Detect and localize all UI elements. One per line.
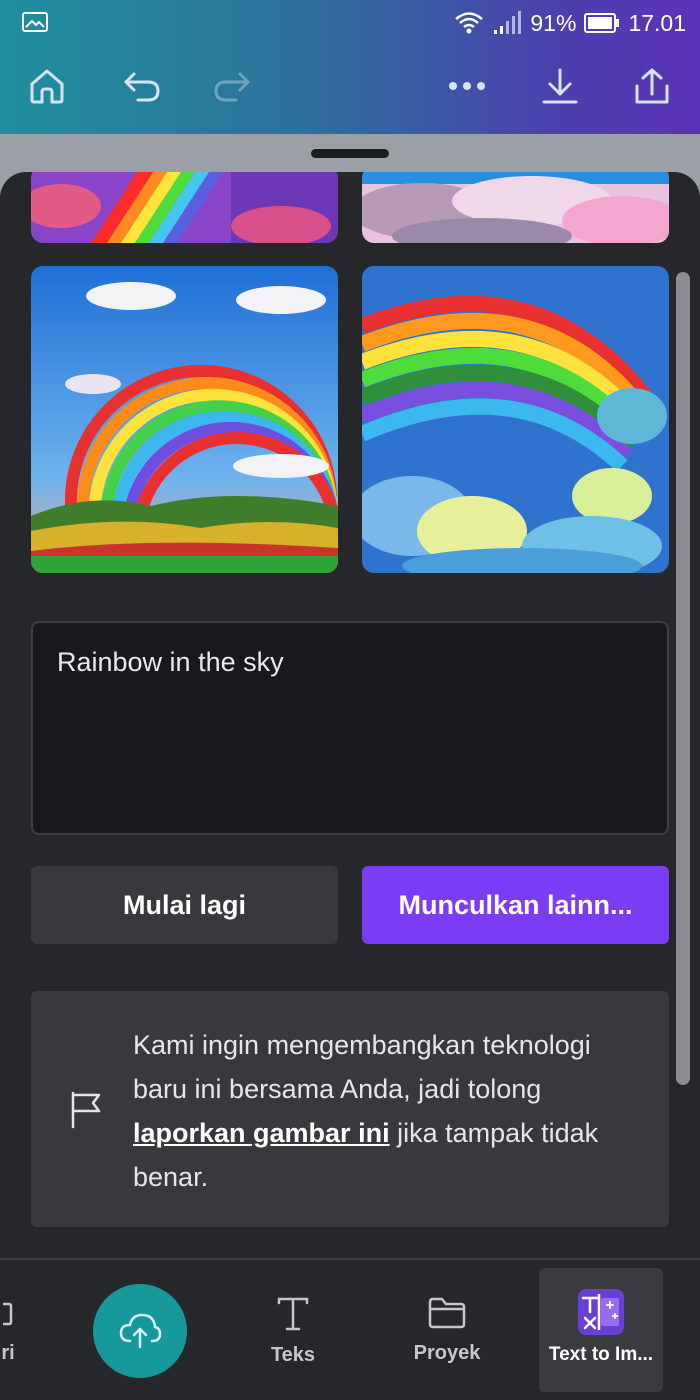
nav-item-text[interactable]: Teks (243, 1260, 343, 1400)
nav-item-projects[interactable]: Proyek (397, 1260, 497, 1400)
start-over-button[interactable]: Mulai lagi (31, 866, 338, 944)
text-icon (277, 1297, 309, 1331)
panel-scrollbar[interactable] (676, 272, 690, 1085)
partial-nav-icon (3, 1302, 13, 1326)
app-header: 91% 17.01 (0, 0, 700, 134)
more-options-button[interactable] (437, 56, 497, 116)
share-icon (635, 68, 669, 104)
upload-button[interactable] (93, 1284, 187, 1378)
prompt-input[interactable]: Rainbow in the sky (31, 621, 669, 835)
download-button[interactable] (530, 56, 590, 116)
bottom-navigation: ri Teks Proyek Text to Im... (0, 1260, 700, 1400)
battery-percent: 91% (530, 9, 577, 36)
nav-label-projects: Proyek (413, 1342, 481, 1364)
nav-label-text-to-image: Text to Im... (548, 1344, 654, 1365)
redo-button[interactable] (202, 56, 262, 116)
nav-item-text-to-image-content[interactable]: Text to Im... (539, 1260, 663, 1400)
flag-icon[interactable] (69, 1091, 103, 1129)
download-icon (542, 68, 578, 104)
undo-icon (124, 72, 160, 102)
undo-button[interactable] (112, 56, 172, 116)
image-notification-icon (22, 12, 48, 32)
nav-label-partial: ri (1, 1342, 15, 1364)
generated-image-1[interactable] (31, 172, 338, 243)
home-icon (30, 69, 64, 104)
share-button[interactable] (622, 56, 682, 116)
cloud-upload-icon (119, 1313, 162, 1349)
text-to-image-panel: Rainbow in the sky Mulai lagi Munculkan … (0, 172, 700, 1260)
status-bar: 91% 17.01 (0, 0, 700, 46)
report-image-link[interactable]: laporkan gambar ini (133, 1118, 390, 1148)
wifi-icon (455, 12, 484, 34)
signal-icon (494, 11, 522, 34)
feedback-card: Kami ingin mengembangkan teknologi baru … (31, 991, 669, 1227)
clock: 17.01 (628, 9, 686, 36)
generate-more-button[interactable]: Munculkan lainn... (362, 866, 669, 944)
text-to-image-app-icon (578, 1289, 624, 1335)
nav-label-text: Teks (270, 1344, 316, 1366)
nav-item-partial[interactable]: ri (0, 1260, 20, 1400)
more-icon (449, 82, 485, 90)
generated-image-2[interactable] (362, 172, 669, 243)
redo-icon (214, 72, 250, 102)
editor-toolbar (0, 56, 700, 116)
generated-image-3[interactable] (31, 266, 338, 573)
feedback-message: Kami ingin mengembangkan teknologi baru … (133, 1030, 599, 1192)
home-button[interactable] (17, 56, 77, 116)
battery-icon (584, 13, 620, 33)
drag-handle[interactable] (311, 149, 389, 158)
generated-image-4[interactable] (362, 266, 669, 573)
folder-icon (428, 1297, 466, 1329)
